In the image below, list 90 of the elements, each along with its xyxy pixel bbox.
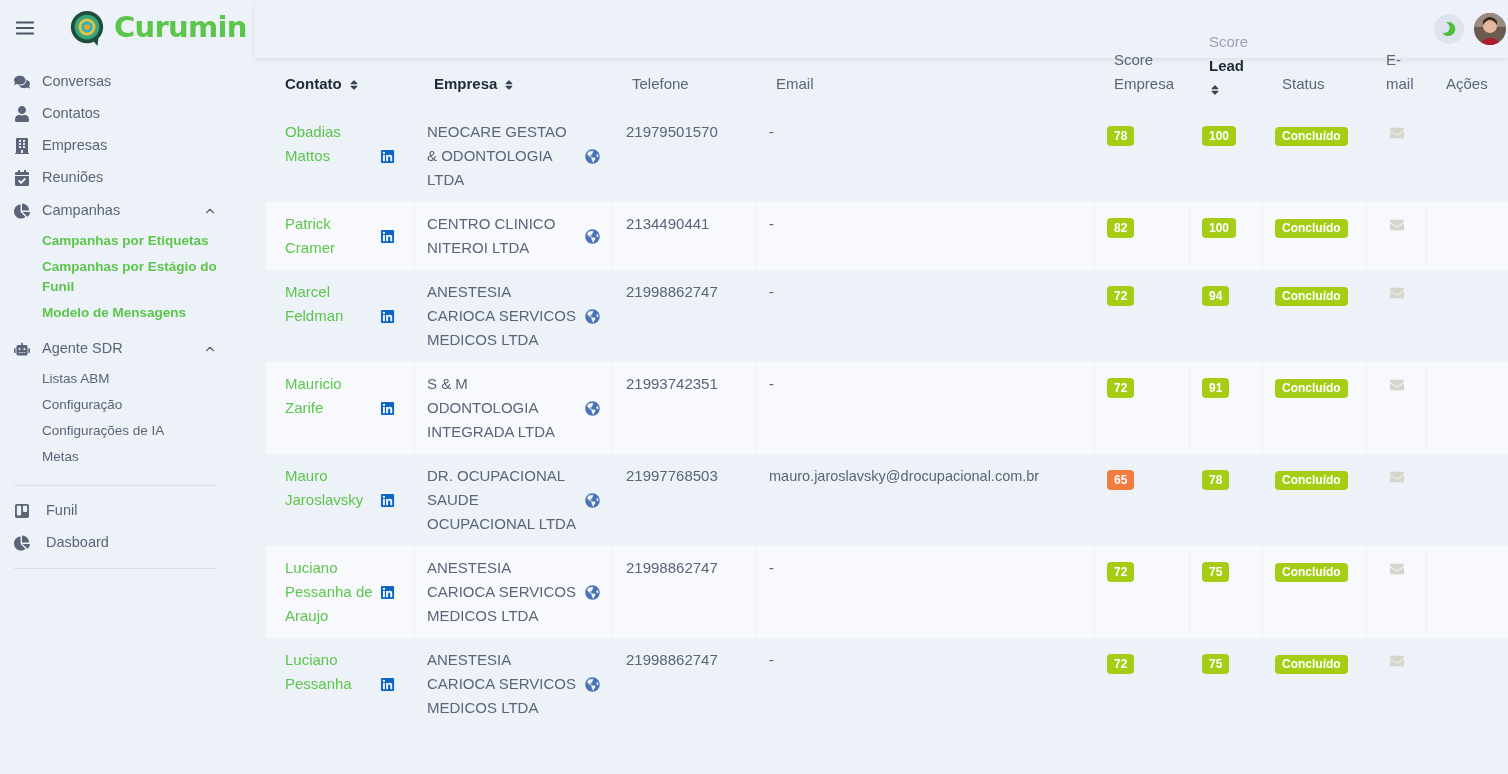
globe-icon[interactable] xyxy=(585,676,600,692)
calendar-check-icon xyxy=(14,170,30,186)
chat-bubbles-icon xyxy=(14,74,30,90)
column-header: Status xyxy=(1281,74,1326,94)
table-cell: 21979501570 xyxy=(626,123,718,140)
sidebar-subitem[interactable]: Listas ABM xyxy=(14,366,217,392)
score-badge: 75 xyxy=(1202,654,1230,674)
status-badge: Concluído xyxy=(1275,379,1348,398)
linkedin-icon[interactable] xyxy=(380,308,395,324)
brand-name: Curumin xyxy=(114,9,247,47)
globe-icon[interactable] xyxy=(585,308,600,324)
table-cell-text: ANESTESIA CARIOCA SERVICOS MEDICOS LTDA xyxy=(427,282,577,350)
sidebar-group[interactable]: Campanhas xyxy=(14,194,217,228)
score-badge: 72 xyxy=(1107,286,1135,306)
sidebar-subitem[interactable]: Configuração xyxy=(14,392,217,418)
robot-icon xyxy=(14,341,30,357)
table-cell: - xyxy=(769,376,774,392)
score-badge: 100 xyxy=(1202,218,1237,238)
linkedin-icon[interactable] xyxy=(380,148,395,164)
moon-icon xyxy=(1442,22,1456,36)
linkedin-icon[interactable] xyxy=(380,492,395,508)
score-badge: 78 xyxy=(1107,126,1135,146)
score-badge: 94 xyxy=(1202,286,1230,306)
sidebar-item[interactable]: Empresas xyxy=(14,130,217,162)
theme-toggle-button[interactable] xyxy=(1434,14,1464,44)
table-cell: 21998862747 xyxy=(626,651,718,668)
linkedin-icon[interactable] xyxy=(380,584,395,600)
table-cell: - xyxy=(769,284,774,300)
table-cell-text: ANESTESIA CARIOCA SERVICOS MEDICOS LTDA xyxy=(427,558,577,626)
score-badge: 82 xyxy=(1107,218,1135,238)
column-header: Score Empresa xyxy=(1113,50,1176,94)
score-badge: 100 xyxy=(1202,126,1237,146)
sidebar-item[interactable]: Contatos xyxy=(14,98,217,130)
score-badge: 72 xyxy=(1107,562,1135,582)
table-cell: 21993742351 xyxy=(626,375,718,392)
table-cell-text: NEOCARE GESTAO & ODONTOLOGIA LTDA xyxy=(427,122,568,190)
status-badge: Concluído xyxy=(1275,219,1348,238)
sidebar-item[interactable]: Dasboard xyxy=(14,527,217,559)
board-icon xyxy=(14,503,30,519)
table-cell: - xyxy=(769,560,774,576)
score-badge: 65 xyxy=(1107,470,1135,490)
column-header: E- mail xyxy=(1385,50,1415,94)
column-header[interactable]: Contato xyxy=(266,72,415,96)
column-header: Telefone xyxy=(631,74,690,94)
table-cell-text: CENTRO CLINICO NITEROI LTDA xyxy=(427,214,557,258)
table-cell: mauro.jaroslavsky@drocupacional.com.br xyxy=(769,468,1040,484)
status-badge: Concluído xyxy=(1275,471,1348,490)
linkedin-icon[interactable] xyxy=(380,676,395,692)
user-icon xyxy=(14,106,30,122)
building-icon xyxy=(14,138,30,154)
sidebar-item[interactable]: Funil xyxy=(14,495,217,527)
sidebar-subitem[interactable]: Configurações de IA xyxy=(14,418,217,444)
score-badge: 72 xyxy=(1107,378,1135,398)
linkedin-icon[interactable] xyxy=(380,228,395,244)
globe-icon[interactable] xyxy=(585,228,600,244)
sidebar-item[interactable]: Reuniões xyxy=(14,162,217,194)
table-cell: 21998862747 xyxy=(626,283,718,300)
sidebar-subitem[interactable]: Metas xyxy=(14,444,217,470)
score-badge: 75 xyxy=(1202,562,1230,582)
table-cell: - xyxy=(769,652,774,668)
table-cell-text: ANESTESIA CARIOCA SERVICOS MEDICOS LTDA xyxy=(427,650,577,718)
globe-icon[interactable] xyxy=(585,584,600,600)
sidebar-item[interactable]: Conversas xyxy=(14,66,217,98)
column-header[interactable]: Score Lead xyxy=(1190,30,1263,96)
globe-icon[interactable] xyxy=(585,400,600,416)
globe-icon[interactable] xyxy=(585,148,600,164)
table-cell-text: S & M ODONTOLOGIA INTEGRADA LTDA xyxy=(427,374,557,442)
pie-chart-icon xyxy=(14,535,30,551)
status-badge: Concluído xyxy=(1275,287,1348,306)
linkedin-icon[interactable] xyxy=(380,400,395,416)
table-cell: 2134490441 xyxy=(626,215,710,232)
column-header: Email xyxy=(775,74,815,94)
logo-icon xyxy=(68,9,106,47)
globe-icon[interactable] xyxy=(585,492,600,508)
score-badge: 91 xyxy=(1202,378,1230,398)
pie-chart-icon xyxy=(14,203,30,219)
score-badge: 78 xyxy=(1202,470,1230,490)
status-badge: Concluído xyxy=(1275,563,1348,582)
table-cell: 21997768503 xyxy=(626,467,718,484)
status-badge: Concluído xyxy=(1275,655,1348,674)
sort-icon xyxy=(1209,84,1221,96)
table-cell: - xyxy=(769,124,774,140)
table-cell: - xyxy=(769,216,774,232)
score-badge: 72 xyxy=(1107,654,1135,674)
status-badge: Concluído xyxy=(1275,127,1348,146)
column-header: Ações xyxy=(1445,74,1489,94)
table-cell-text: DR. OCUPACIONAL SAUDE OCUPACIONAL LTDA xyxy=(427,466,577,534)
sidebar-group[interactable]: Agente SDR xyxy=(14,332,217,366)
column-header[interactable]: Empresa xyxy=(415,72,613,96)
table-cell: 21998862747 xyxy=(626,559,718,576)
